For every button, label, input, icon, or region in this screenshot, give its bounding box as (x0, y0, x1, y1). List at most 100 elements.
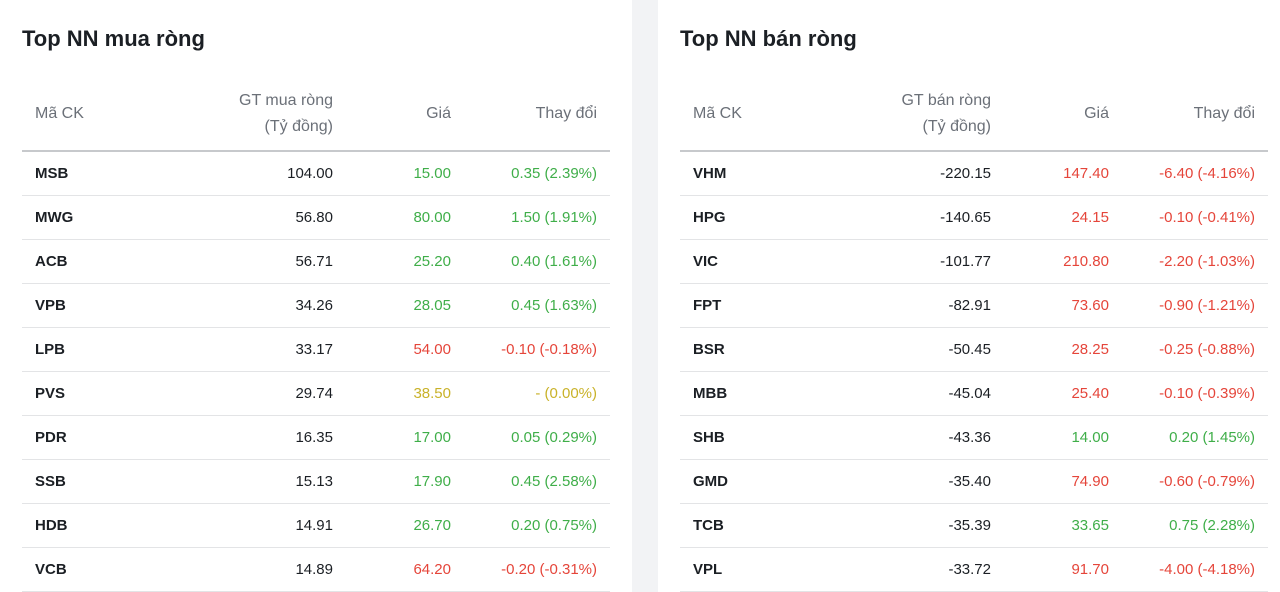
table-row[interactable]: FPT -82.91 73.60 -0.90 (-1.21%) (680, 283, 1268, 328)
net-value-cell: 14.89 (172, 547, 346, 592)
change-cell: 0.35 (2.39%) (464, 151, 610, 196)
table-row[interactable]: SHB -43.36 14.00 0.20 (1.45%) (680, 415, 1268, 460)
symbol-cell[interactable]: TCB (680, 503, 830, 548)
change-cell: -0.60 (-0.79%) (1122, 459, 1268, 504)
price-cell: 54.00 (346, 327, 464, 372)
price-cell: 15.00 (346, 151, 464, 196)
symbol-cell[interactable]: MWG (22, 195, 172, 240)
top-net-buy-panel: Top NN mua ròng Mã CK GT mua ròng (Tỷ đồ… (0, 0, 632, 592)
symbol-cell[interactable]: FPT (680, 283, 830, 328)
price-cell: 17.90 (346, 459, 464, 504)
net-value-cell: 15.13 (172, 459, 346, 504)
price-cell: 28.25 (1004, 327, 1122, 372)
price-column-header: Giá (1004, 78, 1122, 152)
symbol-cell[interactable]: VCB (22, 547, 172, 592)
price-cell: 38.50 (346, 371, 464, 416)
symbol-cell[interactable]: HDB (22, 503, 172, 548)
net-value-cell: 16.35 (172, 415, 346, 460)
price-cell: 26.70 (346, 503, 464, 548)
change-cell: -0.20 (-0.31%) (464, 547, 610, 592)
net-value-cell: 34.26 (172, 283, 346, 328)
price-cell: 73.60 (1004, 283, 1122, 328)
symbol-column-header: Mã CK (22, 78, 172, 152)
net-buy-table: Mã CK GT mua ròng (Tỷ đồng) Giá Thay đổi… (22, 78, 610, 592)
table-row[interactable]: TCB -35.39 33.65 0.75 (2.28%) (680, 503, 1268, 548)
price-cell: 24.15 (1004, 195, 1122, 240)
symbol-cell[interactable]: VIC (680, 239, 830, 284)
change-cell: 0.05 (0.29%) (464, 415, 610, 460)
price-cell: 25.40 (1004, 371, 1122, 416)
net-value-cell: -45.04 (830, 371, 1004, 416)
change-cell: 0.20 (1.45%) (1122, 415, 1268, 460)
net-sell-value-column-header: GT bán ròng (Tỷ đồng) (830, 78, 1004, 152)
symbol-cell[interactable]: HPG (680, 195, 830, 240)
symbol-cell[interactable]: MBB (680, 371, 830, 416)
page: Top NN mua ròng Mã CK GT mua ròng (Tỷ đồ… (0, 0, 1280, 592)
symbol-cell[interactable]: GMD (680, 459, 830, 504)
table-header: Mã CK GT bán ròng (Tỷ đồng) Giá Thay đổi (680, 78, 1268, 152)
table-row[interactable]: BSR -50.45 28.25 -0.25 (-0.88%) (680, 327, 1268, 372)
table-header: Mã CK GT mua ròng (Tỷ đồng) Giá Thay đổi (22, 78, 610, 152)
panel-title: Top NN bán ròng (680, 26, 857, 51)
change-cell: 0.45 (1.63%) (464, 283, 610, 328)
change-cell: -0.10 (-0.39%) (1122, 371, 1268, 416)
symbol-cell[interactable]: BSR (680, 327, 830, 372)
table-row[interactable]: VIC -101.77 210.80 -2.20 (-1.03%) (680, 239, 1268, 284)
net-value-cell: -43.36 (830, 415, 1004, 460)
price-cell: 28.05 (346, 283, 464, 328)
table-row[interactable]: VCB 14.89 64.20 -0.20 (-0.31%) (22, 547, 610, 592)
price-cell: 91.70 (1004, 547, 1122, 592)
table-row[interactable]: ACB 56.71 25.20 0.40 (1.61%) (22, 239, 610, 284)
table-row[interactable]: VPB 34.26 28.05 0.45 (1.63%) (22, 283, 610, 328)
symbol-cell[interactable]: PDR (22, 415, 172, 460)
symbol-cell[interactable]: VPB (22, 283, 172, 328)
change-cell: 0.75 (2.28%) (1122, 503, 1268, 548)
symbol-cell[interactable]: PVS (22, 371, 172, 416)
symbol-cell[interactable]: LPB (22, 327, 172, 372)
net-value-cell: -35.40 (830, 459, 1004, 504)
change-cell: -0.10 (-0.18%) (464, 327, 610, 372)
change-cell: 1.50 (1.91%) (464, 195, 610, 240)
price-cell: 210.80 (1004, 239, 1122, 284)
table-row[interactable]: VHM -220.15 147.40 -6.40 (-4.16%) (680, 151, 1268, 196)
change-cell: 0.40 (1.61%) (464, 239, 610, 284)
table-row[interactable]: LPB 33.17 54.00 -0.10 (-0.18%) (22, 327, 610, 372)
header-row: Mã CK GT bán ròng (Tỷ đồng) Giá Thay đổi (680, 78, 1268, 152)
symbol-cell[interactable]: SSB (22, 459, 172, 504)
table-row[interactable]: PVS 29.74 38.50- (0.00%) (22, 371, 610, 416)
symbol-cell[interactable]: VPL (680, 547, 830, 592)
table-row[interactable]: HDB 14.91 26.70 0.20 (0.75%) (22, 503, 610, 548)
change-cell: - (0.00%) (464, 371, 610, 416)
net-buy-value-column-header: GT mua ròng (Tỷ đồng) (172, 78, 346, 152)
table-row[interactable]: VPL -33.72 91.70 -4.00 (-4.18%) (680, 547, 1268, 592)
change-cell: -2.20 (-1.03%) (1122, 239, 1268, 284)
change-column-header: Thay đổi (1122, 78, 1268, 152)
header-line: (Tỷ đồng) (264, 118, 333, 135)
symbol-cell[interactable]: MSB (22, 151, 172, 196)
net-value-cell: -33.72 (830, 547, 1004, 592)
net-value-cell: -50.45 (830, 327, 1004, 372)
change-cell: 0.20 (0.75%) (464, 503, 610, 548)
change-cell: -6.40 (-4.16%) (1122, 151, 1268, 196)
table-row[interactable]: GMD -35.40 74.90 -0.60 (-0.79%) (680, 459, 1268, 504)
table-row[interactable]: HPG -140.65 24.15 -0.10 (-0.41%) (680, 195, 1268, 240)
price-cell: 64.20 (346, 547, 464, 592)
symbol-cell[interactable]: VHM (680, 151, 830, 196)
table-row[interactable]: SSB 15.13 17.90 0.45 (2.58%) (22, 459, 610, 504)
header-row: Mã CK GT mua ròng (Tỷ đồng) Giá Thay đổi (22, 78, 610, 152)
price-cell: 17.00 (346, 415, 464, 460)
table-row[interactable]: PDR 16.35 17.00 0.05 (0.29%) (22, 415, 610, 460)
net-value-cell: 29.74 (172, 371, 346, 416)
table-row[interactable]: MWG 56.80 80.00 1.50 (1.91%) (22, 195, 610, 240)
net-value-cell: 104.00 (172, 151, 346, 196)
table-row[interactable]: MBB -45.04 25.40 -0.10 (-0.39%) (680, 371, 1268, 416)
net-value-cell: -101.77 (830, 239, 1004, 284)
change-cell: -0.90 (-1.21%) (1122, 283, 1268, 328)
net-value-cell: -220.15 (830, 151, 1004, 196)
top-net-sell-panel: Top NN bán ròng Mã CK GT bán ròng (Tỷ đồ… (658, 0, 1280, 592)
table-row[interactable]: MSB 104.00 15.00 0.35 (2.39%) (22, 151, 610, 196)
net-value-cell: 14.91 (172, 503, 346, 548)
symbol-cell[interactable]: ACB (22, 239, 172, 284)
symbol-cell[interactable]: SHB (680, 415, 830, 460)
net-value-cell: 56.80 (172, 195, 346, 240)
